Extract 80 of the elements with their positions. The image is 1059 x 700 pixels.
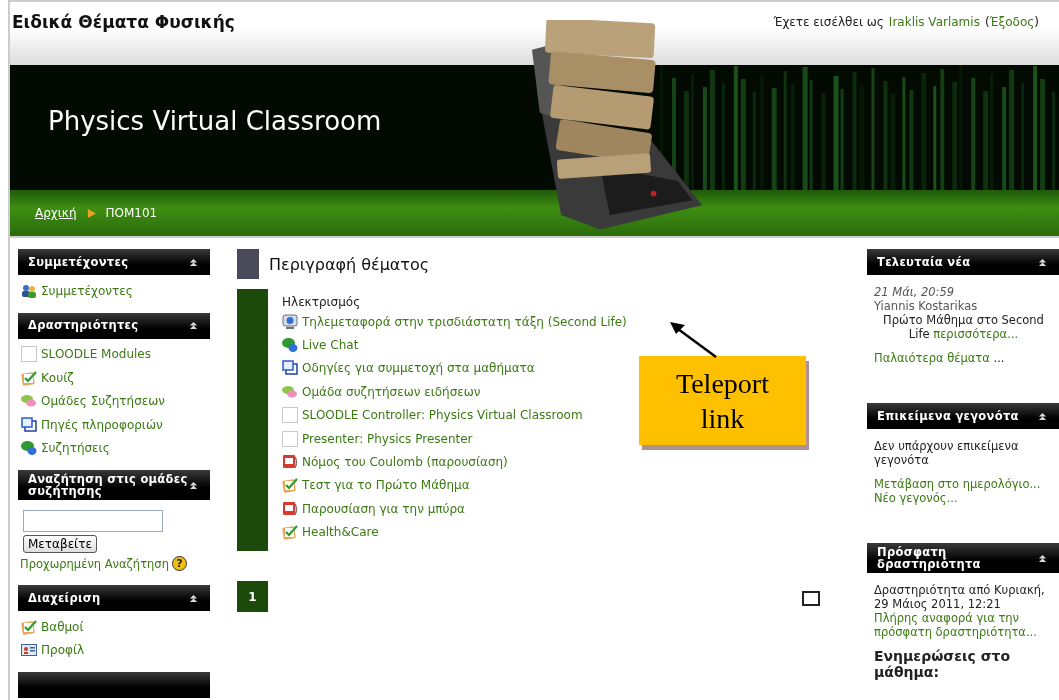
collapse-icon[interactable] (189, 257, 198, 267)
monitor-icon (282, 313, 298, 330)
block-link[interactable]: SLOODLE Modules (41, 347, 151, 362)
block-title: Αναζήτηση στις ομάδες συζήτησης (28, 473, 189, 498)
logout-bracket: ) (1034, 15, 1039, 29)
collapse-icon[interactable] (1038, 553, 1047, 563)
block-link[interactable]: Πλήρης αναφορά για την πρόσφατη δραστηριότητα... (874, 611, 1053, 640)
collapse-icon[interactable] (1038, 411, 1047, 421)
block-text: Δραστηριότητα από Κυριακή, 29 Μάιος 2011, 12:21 (874, 583, 1046, 612)
block-link[interactable]: Μετάβαση στο ημερολόγιο... (874, 477, 1053, 491)
help-icon[interactable]: ? (171, 556, 187, 572)
block-link[interactable]: Παλαιότερα θέματα (874, 351, 990, 365)
search-field[interactable] (23, 510, 163, 533)
block-link[interactable]: Πηγές πληροφοριών (41, 417, 163, 432)
activity-link[interactable]: Τεστ για το Πρώτο Μάθημα (302, 478, 470, 493)
logout-link[interactable]: Έξοδος (989, 15, 1035, 29)
block-title: Συμμετέχοντες (28, 255, 129, 269)
block-title: Δραστηριότητες (28, 319, 139, 332)
section-number[interactable]: 1 (237, 581, 268, 612)
news-subject: Πρώτο Μάθημα στο Second Life περισσότερα... (882, 313, 1045, 341)
chat-bubbles-icon (282, 337, 298, 354)
activity-link[interactable]: Οδηγίες για συμμετοχή στα μαθήματα (302, 361, 535, 376)
activity-link[interactable]: Παρουσίαση για την μπύρα (302, 501, 465, 516)
clipboard-check-icon (282, 477, 298, 494)
activity-link[interactable]: Ομάδα συζητήσεων ειδήσεων (302, 384, 481, 399)
block-text: Δεν υπάρχουν επικείμενα γεγονότα (874, 439, 1020, 467)
people-icon (21, 282, 37, 299)
login-text: Έχετε εισέλθει ως (773, 15, 884, 29)
block-title: Πρόσφατη δραστηριότητα (877, 546, 982, 571)
clipboard-check-icon (21, 618, 37, 635)
breadcrumb-link[interactable]: Αρχική (35, 206, 77, 220)
activity-link[interactable]: SLOODLE Controller: Physics Virtual Classroom (302, 408, 583, 423)
block-link[interactable]: Νέο γεγονός... (874, 491, 1053, 505)
profile-card-icon (21, 642, 37, 659)
activity-link[interactable]: Τηλεμεταφορά στην τρισδιάστατη τάξη (Second Life) (302, 314, 627, 329)
blank-square-icon (282, 407, 298, 424)
block-link[interactable]: Προφίλ (41, 643, 85, 658)
breadcrumb-current: ΠΟΜ101 (105, 206, 158, 220)
activity-link[interactable]: Presenter: Physics Presenter (302, 431, 473, 446)
separator-arrow-icon (86, 208, 96, 218)
news-author: Yiannis Kostarikas (874, 299, 979, 313)
blank-square-icon (21, 346, 37, 363)
collapse-icon[interactable] (189, 321, 198, 330)
block-title: Επικείμενα γεγονότα (877, 409, 1019, 423)
presentation-icon (282, 454, 298, 471)
presentation-icon (282, 500, 298, 517)
windows-icon (21, 416, 37, 433)
blank-square-icon (282, 430, 298, 447)
user-link[interactable]: Iraklis Varlamis (888, 15, 980, 29)
collapse-icon[interactable] (1038, 257, 1047, 267)
block-heading: Ενημερώσεις στο μάθημα: (874, 649, 1012, 680)
square-icon[interactable] (802, 591, 820, 606)
section-title: Περιγραφή θέματος (269, 254, 430, 274)
clipboard-check-icon (282, 524, 298, 541)
collapse-icon[interactable] (189, 593, 198, 603)
block-link[interactable]: Βαθμοί (41, 619, 84, 634)
block-link[interactable]: Συζητήσεις (41, 441, 110, 456)
collapse-icon[interactable] (189, 480, 198, 490)
activity-link[interactable]: Live Chat (302, 338, 359, 353)
clipboard-check-icon (21, 369, 37, 386)
section-summary: Ηλεκτρισμός (282, 294, 362, 310)
windows-icon (282, 360, 298, 377)
section-marker (237, 249, 259, 279)
logout-bracket: ( (984, 15, 990, 29)
block-title: Διαχείριση (28, 592, 101, 605)
activity-link[interactable]: Νόμος του Coulomb (παρουσίαση) (302, 455, 508, 470)
advanced-search-link[interactable]: Προχωρημένη Αναζήτηση (20, 556, 169, 571)
site-title: Ειδικά Θέματα Φυσικής (12, 12, 235, 32)
activity-link[interactable]: Health&Care (302, 525, 379, 540)
block-link[interactable]: Συμμετέχοντες (41, 283, 133, 298)
block-title: Τελευταία νέα (877, 255, 971, 269)
block-link[interactable]: Κουίζ (41, 370, 74, 385)
ellipsis-text: ... (993, 351, 1005, 365)
news-date: 21 Μάι, 20:59 (874, 285, 956, 299)
more-link[interactable]: περισσότερα... (933, 327, 1019, 341)
speech-bubbles-icon (282, 383, 298, 400)
chat-bubbles-icon (21, 440, 37, 457)
banner-title: Physics Virtual Classroom (48, 105, 382, 136)
go-button[interactable]: Μεταβείτε (23, 535, 97, 554)
block-link[interactable]: Ομάδες Συζητήσεων (41, 394, 165, 409)
